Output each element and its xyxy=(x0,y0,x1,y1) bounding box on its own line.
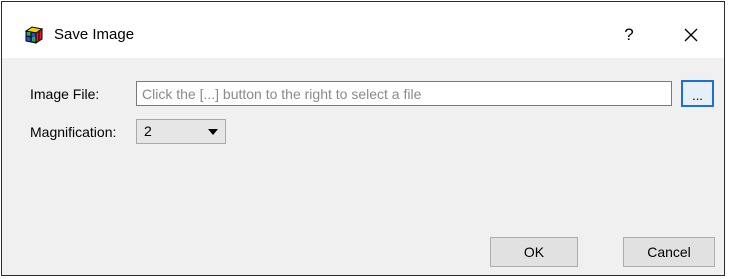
close-icon xyxy=(676,28,706,53)
save-image-dialog: Save Image ? Image File: ... Magnificati… xyxy=(1,1,725,276)
magnification-value: 2 xyxy=(144,123,152,139)
colorful-cube-icon xyxy=(24,25,44,45)
close-button[interactable] xyxy=(676,20,706,50)
cancel-button[interactable]: Cancel xyxy=(623,237,715,267)
dialog-title: Save Image xyxy=(54,26,135,43)
title-bar: Save Image ? xyxy=(2,2,724,58)
magnification-label: Magnification: xyxy=(30,124,117,140)
image-file-input[interactable] xyxy=(136,81,672,106)
ok-button[interactable]: OK xyxy=(490,237,578,267)
browse-button[interactable]: ... xyxy=(681,80,714,107)
magnification-select[interactable]: 2 xyxy=(136,119,226,144)
chevron-down-icon xyxy=(208,129,218,135)
help-button[interactable]: ? xyxy=(614,20,644,50)
image-file-label: Image File: xyxy=(30,86,100,102)
